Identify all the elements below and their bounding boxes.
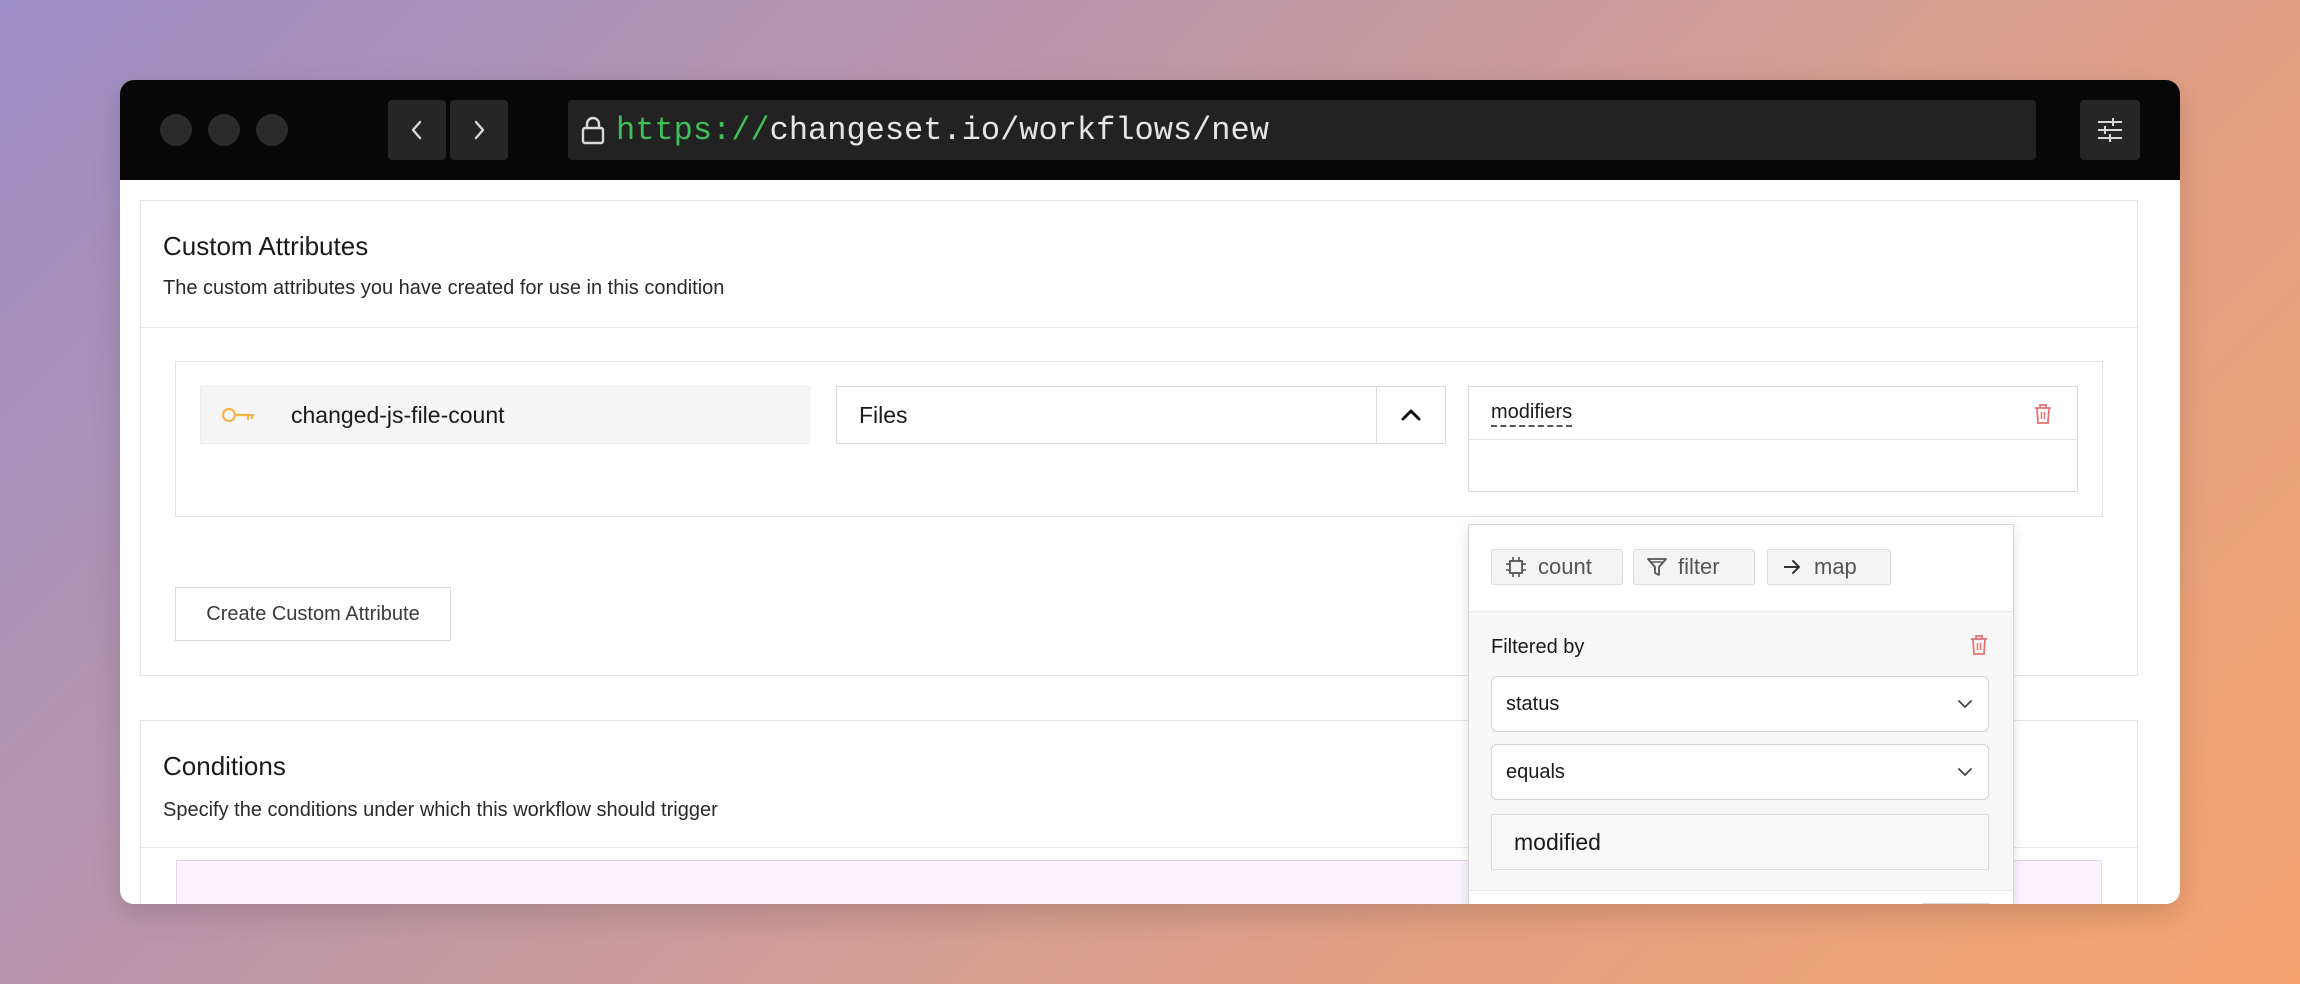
- filter-chip[interactable]: filter: [1633, 549, 1755, 585]
- chip-icon: [1504, 555, 1528, 579]
- chevron-up-icon: [1401, 409, 1421, 421]
- delete-filter-button[interactable]: [1969, 634, 1989, 656]
- custom-attributes-subtitle: The custom attributes you have created f…: [163, 277, 725, 299]
- attribute-name: changed-js-file-count: [291, 401, 505, 428]
- lock-icon: [580, 115, 606, 145]
- attribute-field-box: modifiers: [1468, 386, 2078, 492]
- map-chip-label: map: [1814, 554, 1857, 579]
- attribute-source-label: Files: [859, 401, 908, 428]
- count-chip[interactable]: count: [1491, 549, 1623, 585]
- url-scheme: https://: [616, 111, 770, 149]
- filter-value-text: modified: [1514, 828, 1601, 855]
- filter-chip-label: filter: [1678, 554, 1720, 579]
- count-chip-label: count: [1538, 554, 1592, 579]
- modifier-type-bar: count filter map: [1469, 525, 2013, 612]
- custom-attributes-title: Custom Attributes: [163, 231, 369, 261]
- attribute-source-select[interactable]: Files: [836, 386, 1446, 444]
- popover-footer: close: [1469, 890, 2013, 904]
- delete-attribute-button[interactable]: [2033, 403, 2053, 425]
- collapse-button[interactable]: [1376, 387, 1445, 443]
- operator-select-value: equals: [1506, 760, 1565, 783]
- filter-settings: Filtered by status equals modified: [1469, 612, 2013, 890]
- browser-window: https://changeset.io/workflows/new Custo…: [120, 80, 2180, 904]
- address-bar[interactable]: https://changeset.io/workflows/new: [568, 100, 2036, 160]
- filtered-by-label: Filtered by: [1491, 636, 1585, 658]
- field-divider: [1469, 439, 2077, 440]
- card-divider: [141, 327, 2137, 328]
- trash-icon: [1971, 635, 1987, 655]
- filter-icon: [1646, 556, 1668, 578]
- window-minimize-dot[interactable]: [208, 114, 240, 146]
- browser-toolbar: https://changeset.io/workflows/new: [120, 80, 2180, 180]
- key-icon: [221, 405, 257, 425]
- attribute-field-label[interactable]: modifiers: [1491, 401, 1573, 427]
- filter-value-input[interactable]: modified: [1491, 814, 1989, 870]
- trash-icon: [2035, 404, 2051, 424]
- arrow-right-icon: [1780, 557, 1804, 577]
- custom-attribute-row: changed-js-file-count Files modifiers: [175, 361, 2103, 517]
- attribute-name-field[interactable]: changed-js-file-count: [200, 386, 810, 444]
- close-button[interactable]: close: [1920, 903, 1991, 904]
- url-path: changeset.io/workflows/new: [769, 111, 1269, 149]
- back-button[interactable]: [388, 100, 446, 160]
- chevron-left-icon: [411, 120, 422, 140]
- sliders-icon: [2098, 118, 2122, 142]
- page-content: Custom Attributes The custom attributes …: [120, 180, 2180, 904]
- property-select-value: status: [1506, 692, 1560, 715]
- property-select[interactable]: status: [1491, 676, 1989, 732]
- window-maximize-dot[interactable]: [256, 114, 288, 146]
- forward-button[interactable]: [450, 100, 508, 160]
- create-custom-attribute-button[interactable]: Create Custom Attribute: [175, 587, 451, 641]
- chevron-down-icon: [1956, 698, 1974, 710]
- map-chip[interactable]: map: [1767, 549, 1891, 585]
- chevron-down-icon: [1956, 766, 1974, 778]
- window-close-dot[interactable]: [160, 114, 192, 146]
- operator-select[interactable]: equals: [1491, 744, 1989, 800]
- conditions-subtitle: Specify the conditions under which this …: [163, 799, 718, 821]
- chevron-right-icon: [474, 120, 485, 140]
- conditions-title: Conditions: [163, 751, 286, 781]
- modifier-popover: count filter map Filtered by status equa…: [1468, 524, 2014, 904]
- settings-button[interactable]: [2080, 100, 2140, 160]
